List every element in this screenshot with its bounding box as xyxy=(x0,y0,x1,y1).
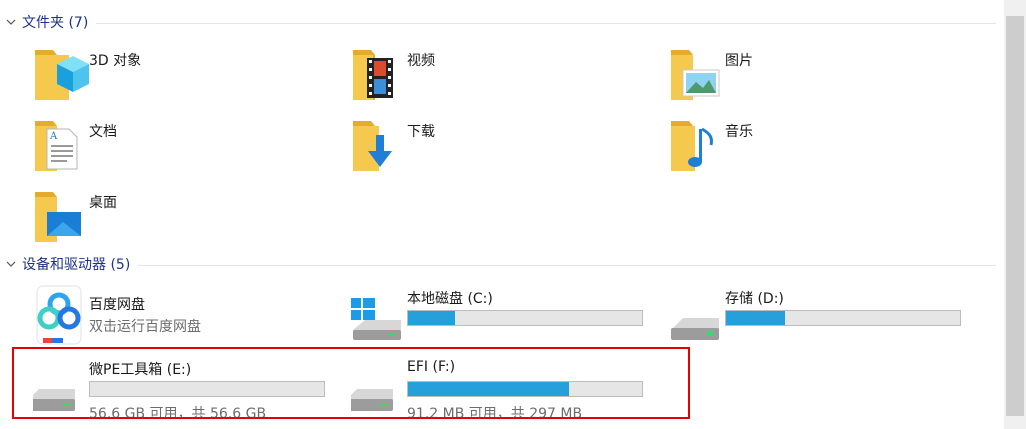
drive-name: 存储 (D:) xyxy=(725,291,784,307)
drive-c[interactable]: 本地磁盘 (C:) xyxy=(351,284,651,350)
drive-usage-bar xyxy=(407,310,643,326)
hard-drive-icon xyxy=(669,298,729,342)
drive-subtitle: 双击运行百度网盘 xyxy=(89,319,201,335)
folder-label: 图片 xyxy=(725,53,753,69)
drive-d[interactable]: 存储 (D:) xyxy=(669,284,969,350)
folders-group-title: 文件夹 (7) xyxy=(22,15,89,31)
group-divider xyxy=(138,264,996,266)
windows-drive-icon xyxy=(351,298,411,342)
folder-pictures[interactable]: 图片 xyxy=(669,44,969,110)
chevron-down-icon[interactable] xyxy=(0,11,22,33)
vertical-scrollbar[interactable] xyxy=(1004,0,1026,429)
folder-music[interactable]: 音乐 xyxy=(669,115,969,181)
pictures-folder-icon xyxy=(669,44,729,104)
devices-group-header[interactable]: 设备和驱动器 (5) xyxy=(0,253,996,275)
folder-label: 文档 xyxy=(89,124,117,140)
folder-label: 下载 xyxy=(407,124,435,140)
folder-label: 视频 xyxy=(407,53,435,69)
music-folder-icon xyxy=(669,115,729,175)
folder-videos[interactable]: 视频 xyxy=(351,44,651,110)
folder-label: 3D 对象 xyxy=(89,53,142,69)
drive-usage-bar xyxy=(725,310,961,326)
baidu-netdisk-item[interactable]: 百度网盘 双击运行百度网盘 xyxy=(33,282,333,348)
devices-group-title: 设备和驱动器 (5) xyxy=(22,257,131,273)
folder-downloads[interactable]: 下载 xyxy=(351,115,651,181)
group-divider xyxy=(96,22,996,24)
folder-documents[interactable]: A 文档 xyxy=(33,115,333,181)
documents-folder-icon: A xyxy=(33,115,93,175)
downloads-folder-icon xyxy=(351,115,411,175)
folder-desktop[interactable]: 桌面 xyxy=(33,186,333,252)
folder-3d-objects[interactable]: 3D 对象 xyxy=(33,44,333,110)
videos-folder-icon xyxy=(351,44,411,104)
desktop-folder-icon xyxy=(33,186,93,246)
drive-name: 本地磁盘 (C:) xyxy=(407,291,493,307)
drive-name: 百度网盘 xyxy=(89,297,145,313)
folder-label: 桌面 xyxy=(89,195,117,211)
svg-text:A: A xyxy=(49,131,58,142)
folder-label: 音乐 xyxy=(725,124,753,140)
folders-group-header[interactable]: 文件夹 (7) xyxy=(0,11,996,33)
drive-usage-fill xyxy=(726,311,785,325)
baidu-netdisk-icon xyxy=(33,284,93,345)
drive-usage-fill xyxy=(408,311,455,325)
highlight-box xyxy=(12,347,690,419)
scrollbar-thumb[interactable] xyxy=(1006,16,1024,416)
chevron-down-icon[interactable] xyxy=(0,253,22,275)
3d-objects-folder-icon xyxy=(33,44,93,104)
